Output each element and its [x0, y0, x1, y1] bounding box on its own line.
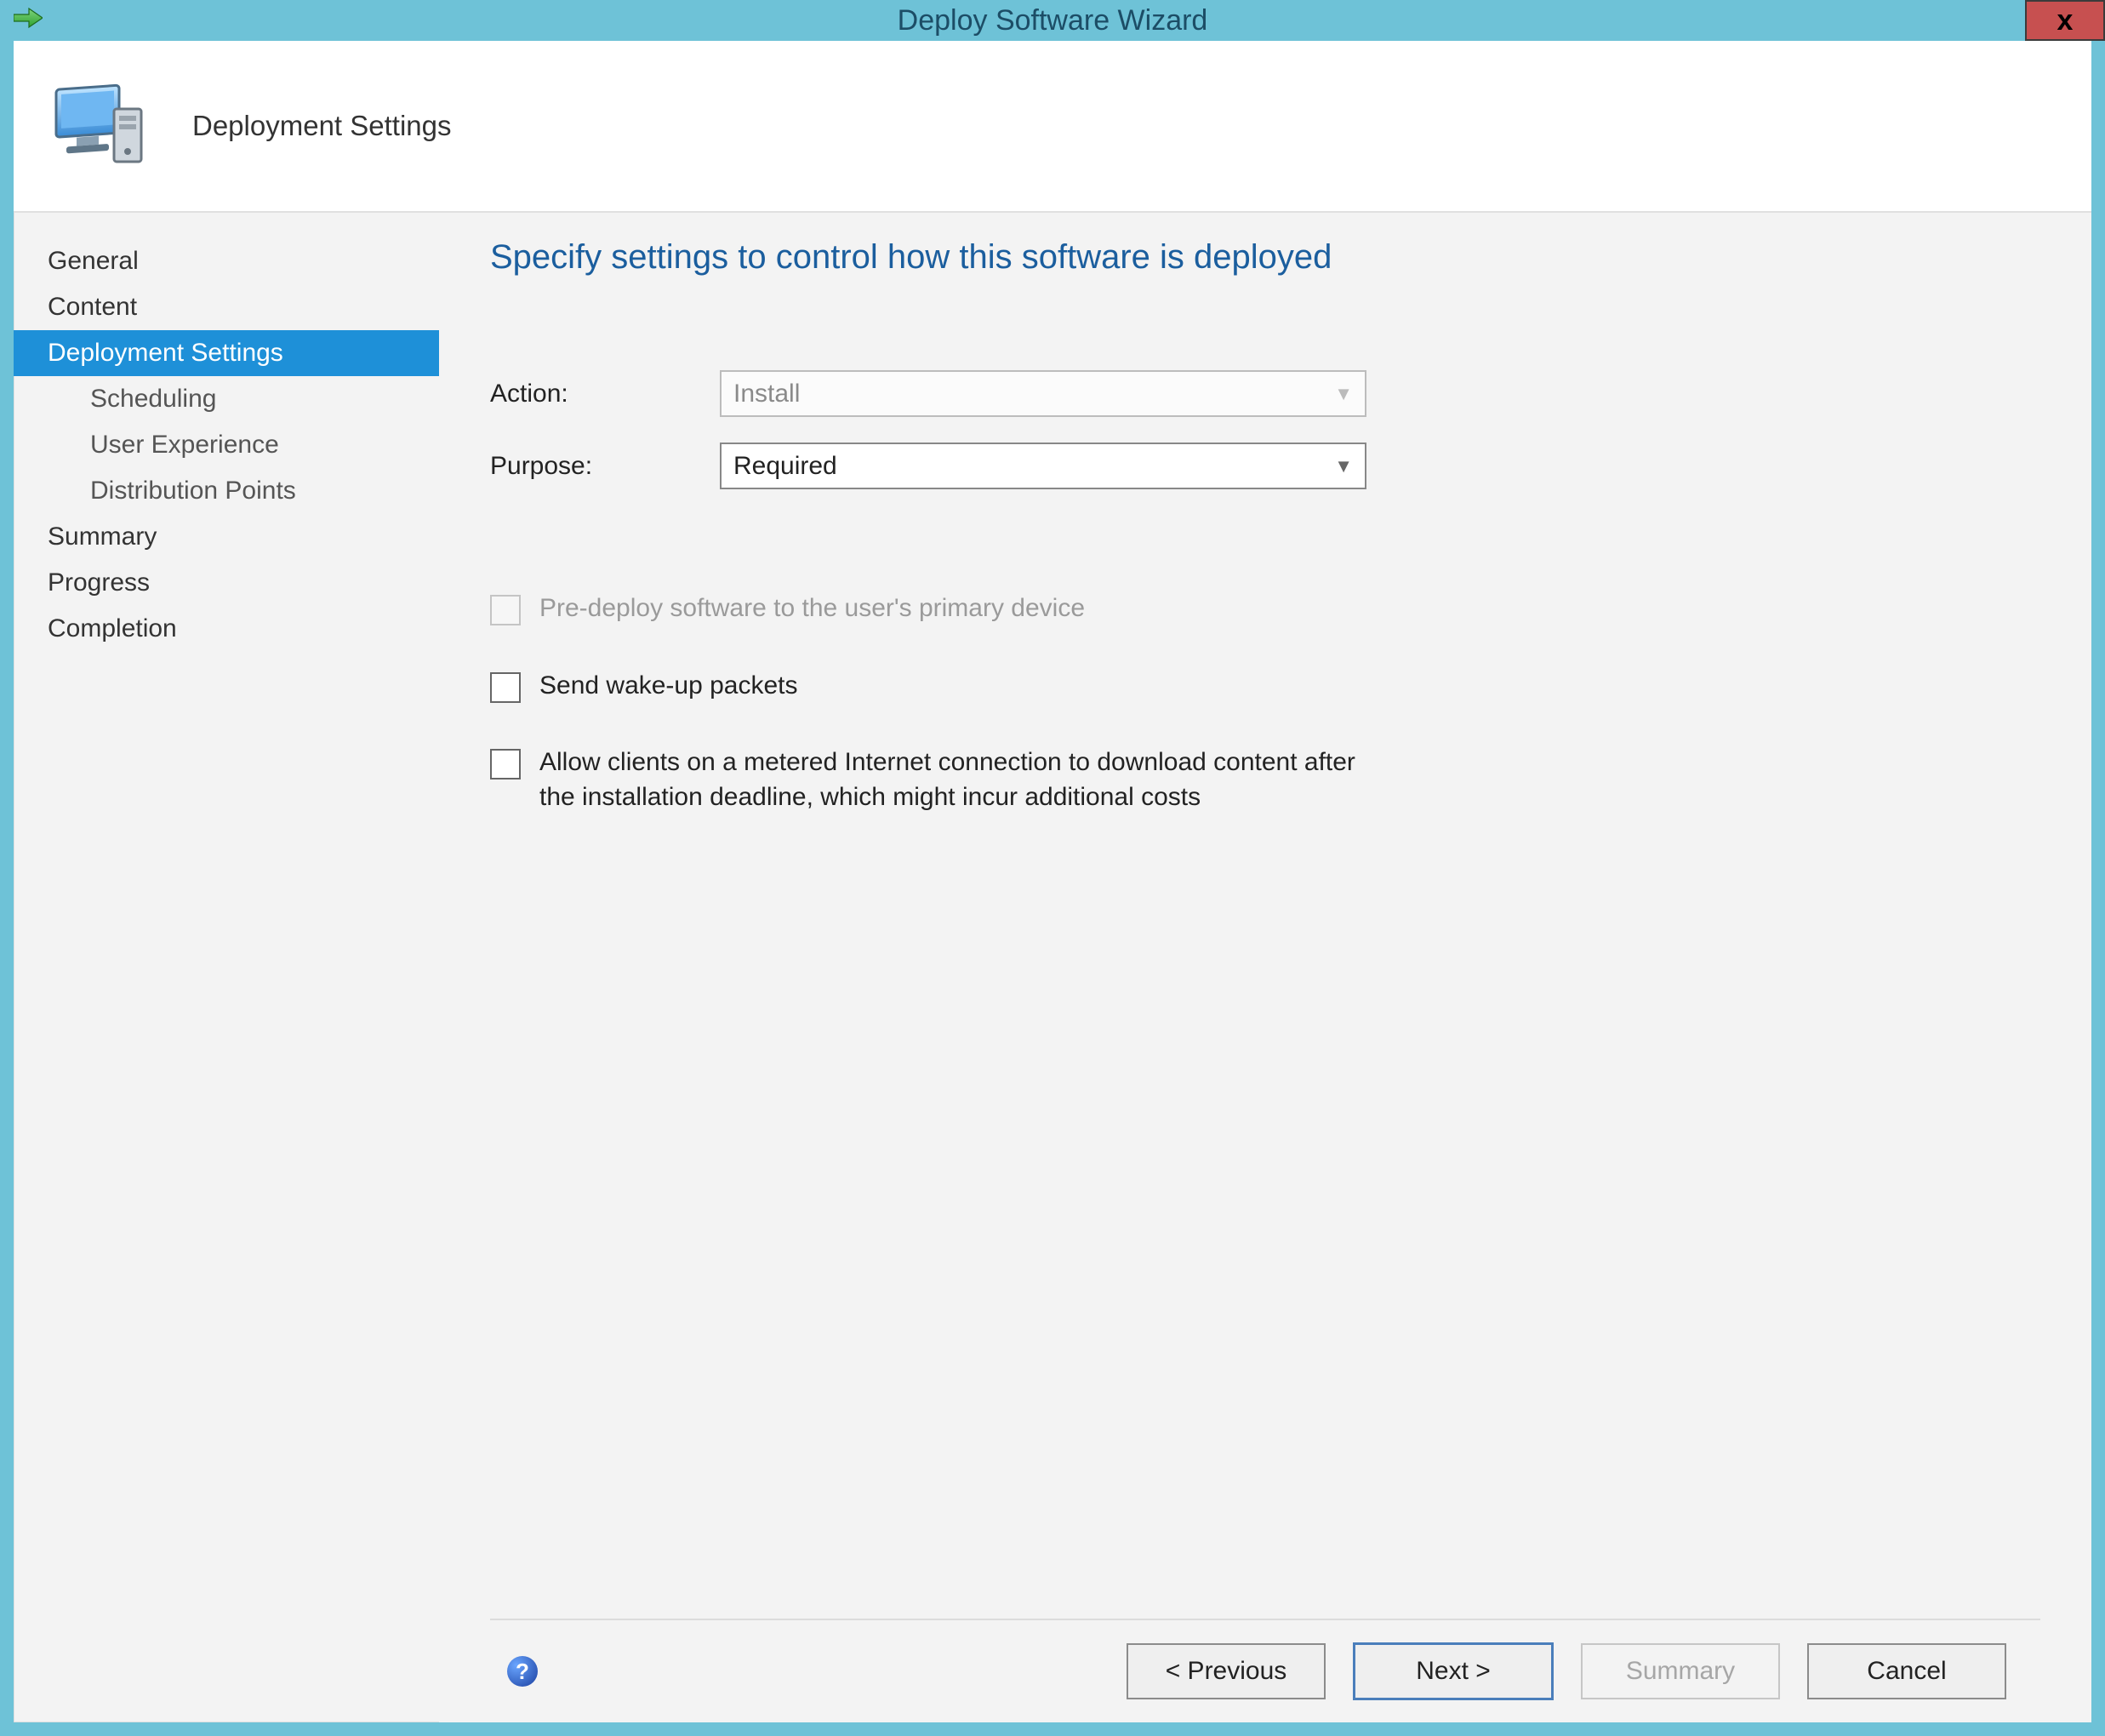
- sidebar-item-label: Content: [48, 293, 137, 321]
- predeploy-checkbox: [490, 595, 521, 625]
- purpose-label: Purpose:: [490, 452, 720, 481]
- predeploy-row: Pre-deploy software to the user's primar…: [490, 591, 1383, 626]
- sidebar-item-label: Completion: [48, 614, 177, 642]
- sidebar-item-label: General: [48, 247, 139, 275]
- forward-arrow-icon: [14, 7, 43, 34]
- button-label: Next >: [1416, 1657, 1491, 1686]
- content-heading: Specify settings to control how this sof…: [490, 238, 2040, 277]
- sidebar-item-summary[interactable]: Summary: [14, 514, 439, 560]
- button-label: Cancel: [1867, 1657, 1946, 1686]
- sidebar-item-label: Summary: [48, 523, 157, 551]
- close-icon: x: [2057, 4, 2074, 37]
- sidebar-item-deployment-settings[interactable]: Deployment Settings: [14, 330, 439, 376]
- sidebar-item-completion[interactable]: Completion: [14, 606, 439, 652]
- close-button[interactable]: x: [2025, 0, 2105, 41]
- wakeup-row: Send wake-up packets: [490, 669, 1383, 704]
- action-select: Install ▼: [720, 370, 1366, 417]
- wakeup-label: Send wake-up packets: [539, 669, 798, 704]
- metered-checkbox[interactable]: [490, 749, 521, 779]
- purpose-select[interactable]: Required ▼: [720, 443, 1366, 489]
- action-label: Action:: [490, 380, 720, 408]
- page-title: Deployment Settings: [192, 110, 452, 142]
- sidebar-item-user-experience[interactable]: User Experience: [14, 422, 439, 468]
- chevron-down-icon: ▼: [1334, 383, 1353, 405]
- previous-button[interactable]: < Previous: [1127, 1643, 1326, 1699]
- chevron-down-icon: ▼: [1334, 455, 1353, 477]
- footer: < Previous Next > Summary Cancel: [490, 1619, 2040, 1722]
- predeploy-label: Pre-deploy software to the user's primar…: [539, 591, 1085, 626]
- help-icon[interactable]: [507, 1656, 538, 1687]
- sidebar-item-label: Deployment Settings: [48, 339, 283, 367]
- sidebar: General Content Deployment Settings Sche…: [14, 213, 439, 1722]
- banner: Deployment Settings: [14, 41, 2091, 213]
- wakeup-checkbox[interactable]: [490, 672, 521, 703]
- window-title: Deploy Software Wizard: [0, 4, 2105, 37]
- sidebar-item-scheduling[interactable]: Scheduling: [14, 376, 439, 422]
- sidebar-item-content[interactable]: Content: [14, 284, 439, 330]
- summary-button: Summary: [1581, 1643, 1780, 1699]
- action-row: Action: Install ▼: [490, 370, 2040, 417]
- next-button[interactable]: Next >: [1353, 1642, 1554, 1700]
- body: General Content Deployment Settings Sche…: [14, 213, 2091, 1722]
- sidebar-item-label: Distribution Points: [90, 477, 296, 505]
- cancel-button[interactable]: Cancel: [1807, 1643, 2006, 1699]
- purpose-value: Required: [733, 452, 837, 481]
- button-label: < Previous: [1166, 1657, 1287, 1686]
- titlebar: Deploy Software Wizard x: [0, 0, 2105, 41]
- wizard-icon: [39, 75, 158, 177]
- checkbox-group: Pre-deploy software to the user's primar…: [490, 591, 2040, 857]
- sidebar-item-distribution-points[interactable]: Distribution Points: [14, 468, 439, 514]
- purpose-row: Purpose: Required ▼: [490, 443, 2040, 489]
- button-label: Summary: [1626, 1657, 1735, 1686]
- metered-row: Allow clients on a metered Internet conn…: [490, 745, 1383, 814]
- client-area: Deployment Settings General Content Depl…: [14, 41, 2091, 1722]
- metered-label: Allow clients on a metered Internet conn…: [539, 745, 1383, 814]
- sidebar-item-progress[interactable]: Progress: [14, 560, 439, 606]
- sidebar-item-label: User Experience: [90, 431, 279, 459]
- sidebar-item-general[interactable]: General: [14, 238, 439, 284]
- sidebar-item-label: Scheduling: [90, 385, 216, 413]
- action-value: Install: [733, 380, 800, 408]
- wizard-window: Deploy Software Wizard x: [0, 0, 2105, 1736]
- main-panel: Specify settings to control how this sof…: [439, 213, 2091, 1722]
- sidebar-item-label: Progress: [48, 568, 150, 597]
